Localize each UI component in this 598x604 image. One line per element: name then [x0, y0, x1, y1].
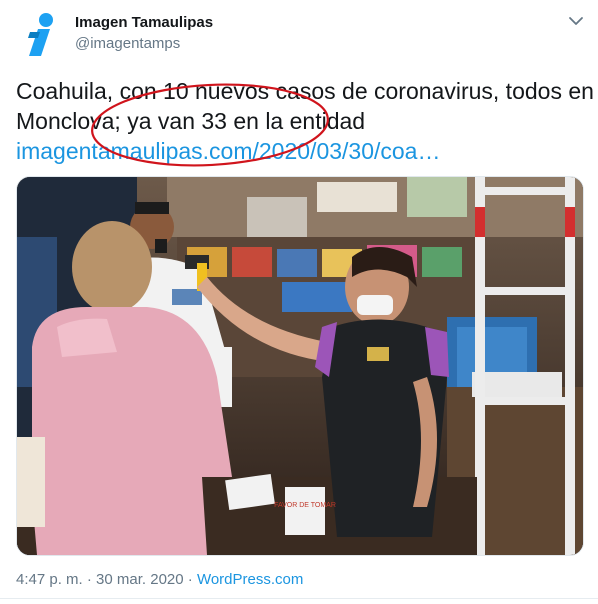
store-temperature-check-photo: FAVOR DE TOMAR: [17, 177, 583, 555]
user-handle[interactable]: @imagentamps: [75, 34, 213, 54]
tweet-text: Coahuila, con 10 nuevos casos de coronav…: [16, 76, 594, 166]
avatar[interactable]: [16, 12, 62, 58]
tweet-text-line: Monclova; ya van 33 en la entidad: [16, 108, 366, 134]
divider: [0, 598, 598, 599]
meta-separator: ·: [187, 571, 193, 588]
floor-sign-text: FAVOR DE TOMAR: [274, 502, 336, 509]
meta-separator: ·: [86, 571, 92, 588]
tweet-link[interactable]: imagentamaulipas.com/2020/03/30/coa…: [16, 138, 440, 164]
tweet-source-link[interactable]: WordPress.com: [197, 571, 303, 588]
tweet-meta: 4:47 p. m. · 30 mar. 2020 · WordPress.co…: [16, 571, 303, 588]
tweet-text-line: Coahuila, con 10 nuevos casos de coronav…: [16, 78, 594, 104]
tweet-photo[interactable]: FAVOR DE TOMAR: [16, 176, 584, 556]
chevron-down-icon[interactable]: [566, 14, 586, 28]
tweet-time[interactable]: 4:47 p. m.: [16, 571, 83, 588]
display-name[interactable]: Imagen Tamaulipas: [75, 13, 213, 33]
tweet-date[interactable]: 30 mar. 2020: [96, 571, 184, 588]
imagen-tamaulipas-logo-icon: [28, 13, 53, 56]
tweet-card: Imagen Tamaulipas @imagentamps Coahuila,…: [0, 0, 598, 604]
user-info: Imagen Tamaulipas @imagentamps: [75, 13, 213, 54]
